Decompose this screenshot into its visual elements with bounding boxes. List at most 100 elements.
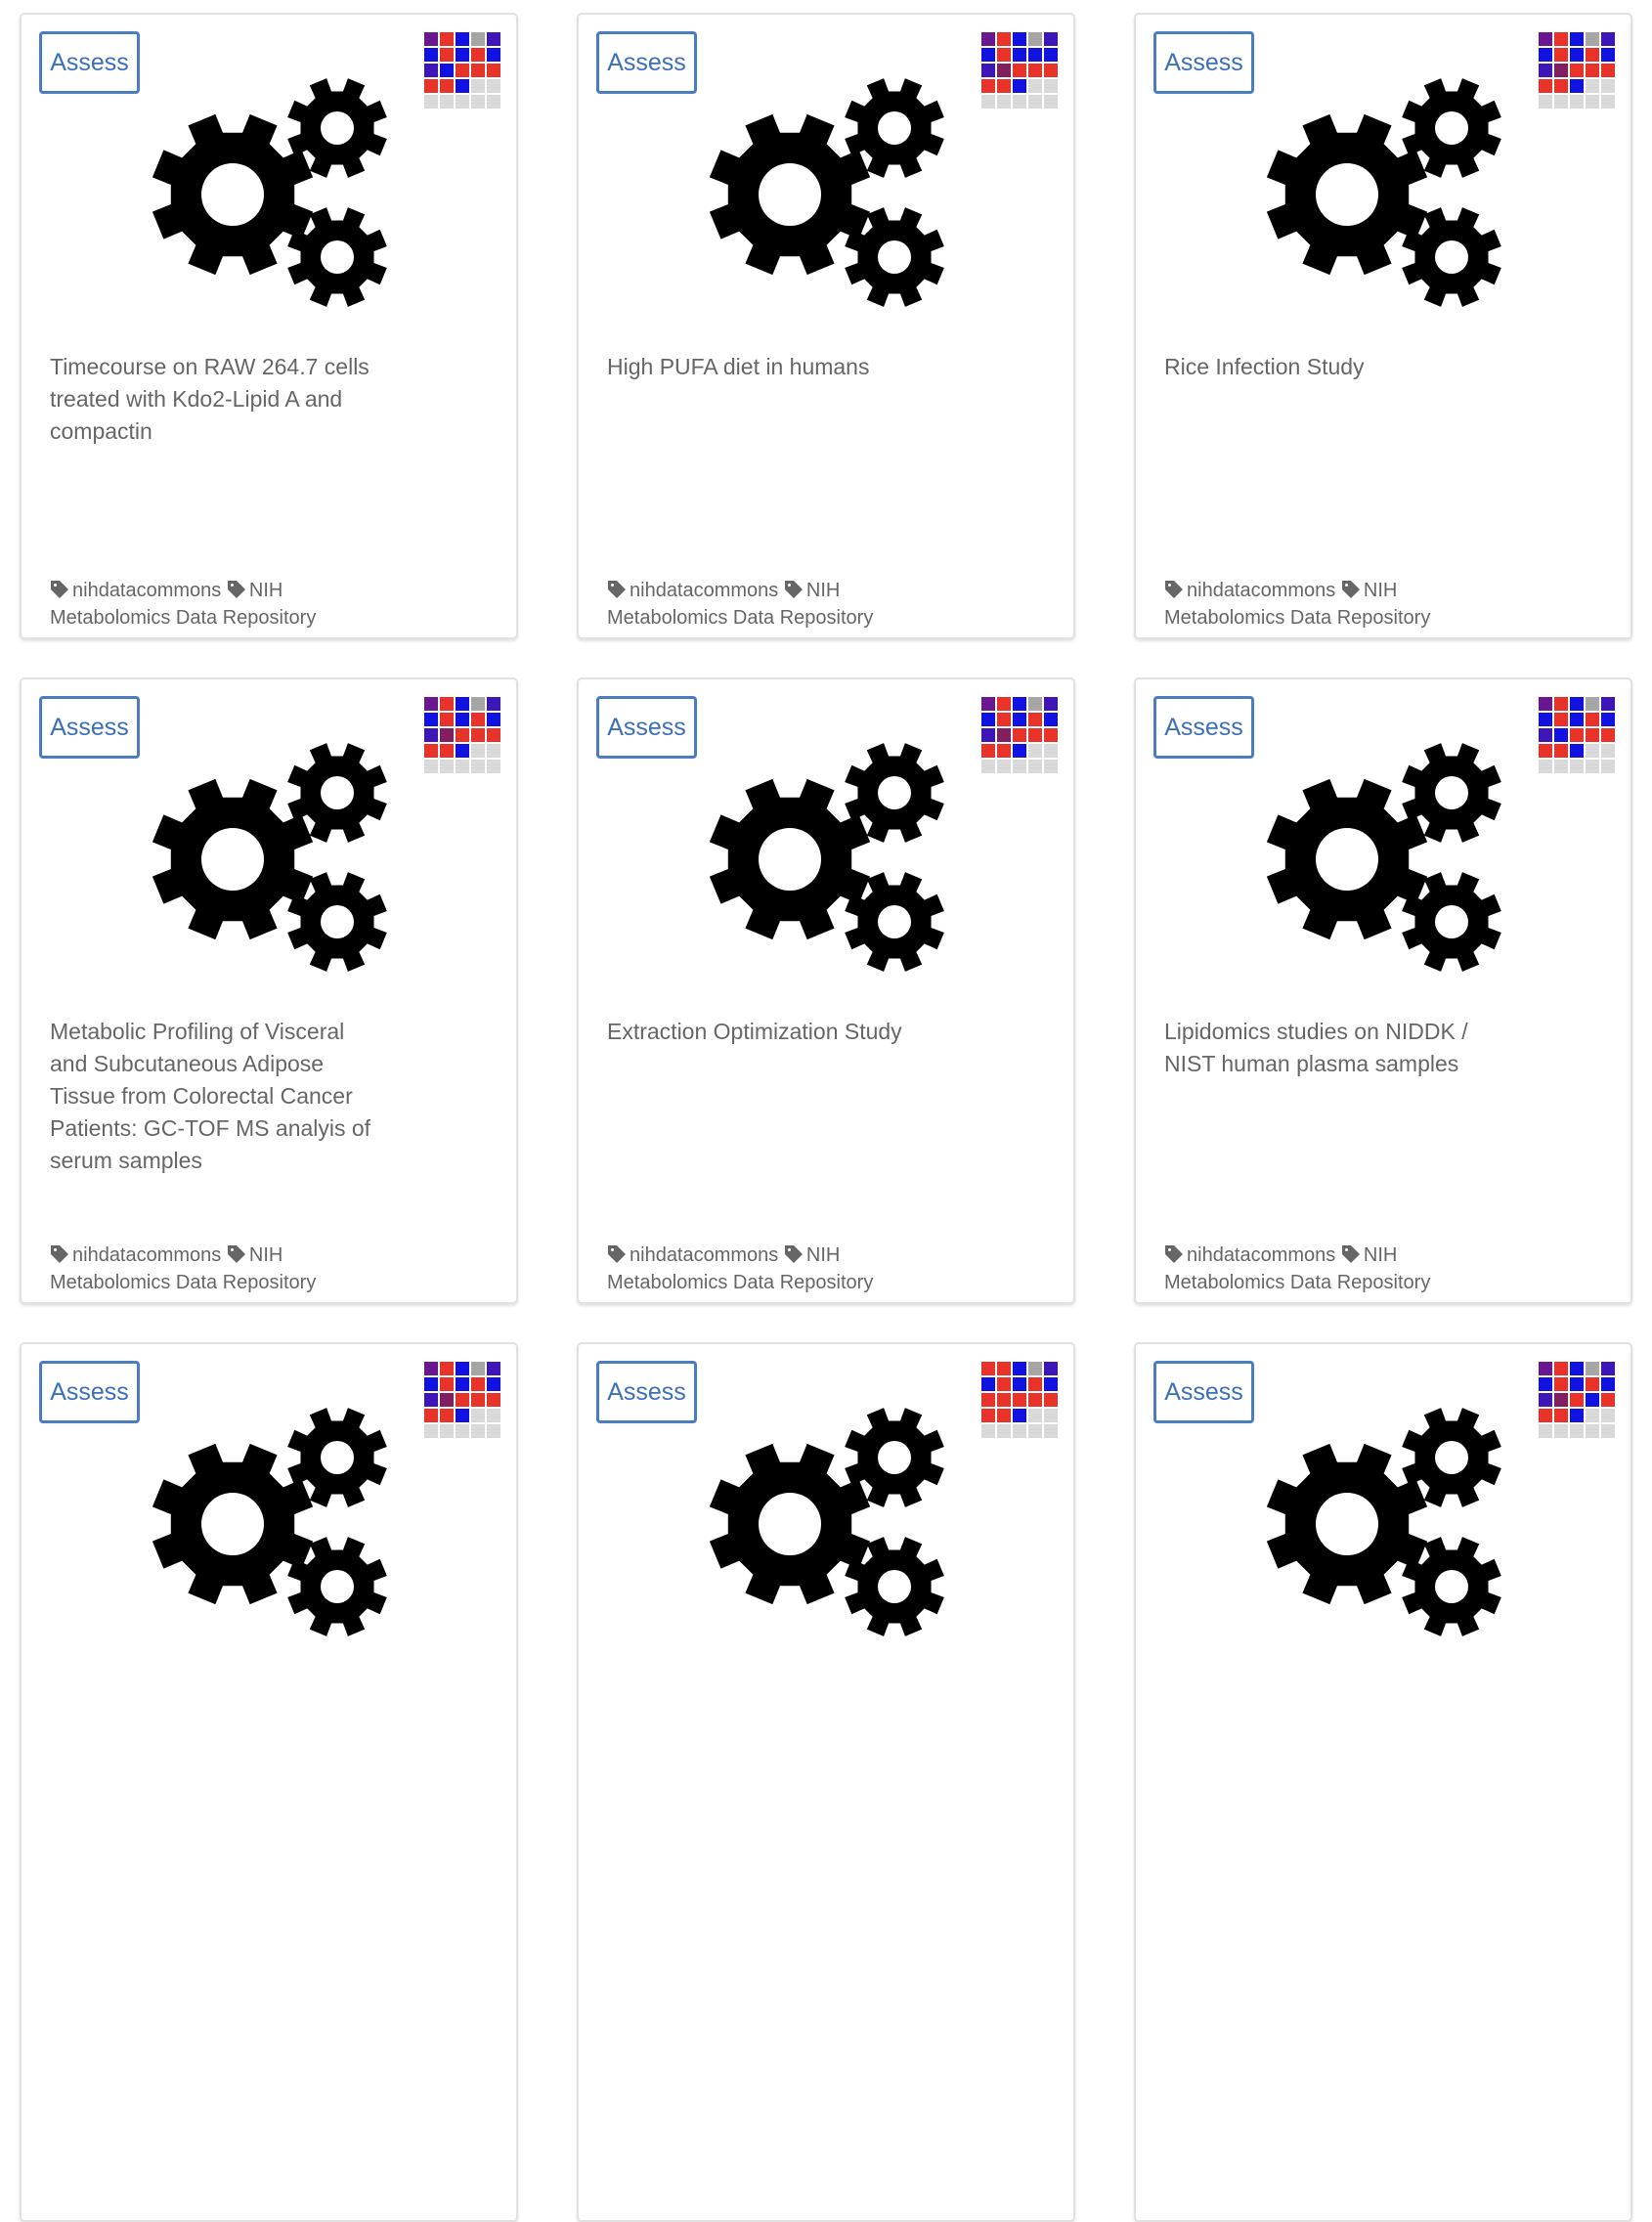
insignia-cell xyxy=(1028,1424,1042,1438)
card-tags: nihdatacommons NIH Metabolomics Data Rep… xyxy=(607,1242,930,1296)
card-title[interactable]: Lipidomics studies on NIDDK / NIST human… xyxy=(1164,1016,1497,1080)
insignia-cell xyxy=(1586,32,1599,46)
assess-button[interactable]: Assess xyxy=(39,696,140,759)
insignia-cell xyxy=(1570,1424,1584,1438)
insignia-cell xyxy=(1554,48,1568,62)
insignia-cell xyxy=(487,1393,500,1407)
insignia-cell xyxy=(997,1393,1011,1407)
insignia-cell xyxy=(997,728,1011,742)
tag-label[interactable]: nihdatacommons xyxy=(630,580,778,601)
card-title[interactable]: Timecourse on RAW 264.7 cells treated wi… xyxy=(50,351,382,448)
insignia-cell xyxy=(1601,48,1615,62)
tag-label[interactable]: nihdatacommons xyxy=(1187,1244,1335,1266)
assess-button[interactable]: Assess xyxy=(596,31,697,94)
insignia-cell xyxy=(424,48,438,62)
fairshake-insignia[interactable] xyxy=(424,32,500,109)
insignia-cell xyxy=(1028,1409,1042,1422)
insignia-cell xyxy=(1028,1362,1042,1375)
insignia-cell xyxy=(471,1377,485,1391)
tag-label[interactable]: nihdatacommons xyxy=(630,1244,778,1266)
card-title[interactable]: Rice Infection Study xyxy=(1164,351,1497,383)
insignia-cell xyxy=(1028,1377,1042,1391)
insignia-cell xyxy=(1539,1424,1552,1438)
insignia-cell xyxy=(440,744,454,758)
card-title[interactable]: High PUFA diet in humans xyxy=(607,351,939,383)
insignia-cell xyxy=(424,1362,438,1375)
insignia-cell xyxy=(1570,1393,1584,1407)
insignia-cell xyxy=(487,728,500,742)
fairshake-insignia[interactable] xyxy=(981,1362,1058,1438)
insignia-cell xyxy=(487,32,500,46)
fairshake-insignia[interactable] xyxy=(1539,697,1615,773)
tag-icon xyxy=(784,581,803,598)
insignia-cell xyxy=(424,1377,438,1391)
assess-button[interactable]: Assess xyxy=(39,1361,140,1423)
insignia-cell xyxy=(1539,697,1552,711)
insignia-cell xyxy=(1570,713,1584,726)
insignia-cell xyxy=(1028,48,1042,62)
insignia-cell xyxy=(981,1424,995,1438)
insignia-cell xyxy=(1554,32,1568,46)
insignia-cell xyxy=(487,1424,500,1438)
gears-icon xyxy=(152,78,387,307)
insignia-cell xyxy=(1601,1424,1615,1438)
insignia-cell xyxy=(456,1409,469,1422)
insignia-cell xyxy=(981,1377,995,1391)
insignia-cell xyxy=(1554,1393,1568,1407)
insignia-cell xyxy=(1028,713,1042,726)
card-title[interactable]: Metabolic Profiling of Visceral and Subc… xyxy=(50,1016,382,1177)
insignia-cell xyxy=(1586,1362,1599,1375)
insignia-cell xyxy=(424,760,438,773)
insignia-cell xyxy=(1570,728,1584,742)
fairshake-insignia[interactable] xyxy=(424,697,500,773)
assess-button[interactable]: Assess xyxy=(39,31,140,94)
insignia-cell xyxy=(456,713,469,726)
card-title[interactable]: Extraction Optimization Study xyxy=(607,1016,939,1048)
insignia-cell xyxy=(471,1362,485,1375)
insignia-cell xyxy=(981,728,995,742)
insignia-cell xyxy=(1028,760,1042,773)
insignia-cell xyxy=(1554,1377,1568,1391)
insignia-cell xyxy=(456,1362,469,1375)
insignia-cell xyxy=(1586,1377,1599,1391)
insignia-cell xyxy=(440,1362,454,1375)
insignia-cell xyxy=(487,744,500,758)
assess-button[interactable]: Assess xyxy=(596,1361,697,1423)
tag-label[interactable]: nihdatacommons xyxy=(1187,580,1335,601)
assess-button[interactable]: Assess xyxy=(596,696,697,759)
assess-button[interactable]: Assess xyxy=(1153,1361,1254,1423)
fairshake-insignia[interactable] xyxy=(981,697,1058,773)
fairshake-insignia[interactable] xyxy=(981,32,1058,109)
assess-button[interactable]: Assess xyxy=(1153,696,1254,759)
fairshake-insignia[interactable] xyxy=(424,1362,500,1438)
insignia-cell xyxy=(1044,48,1058,62)
tag-icon xyxy=(1165,1245,1183,1263)
insignia-cell xyxy=(487,64,500,77)
tag-icon xyxy=(1341,1245,1360,1263)
tag-label[interactable]: nihdatacommons xyxy=(72,1244,221,1266)
insignia-cell xyxy=(1013,728,1026,742)
insignia-cell xyxy=(1013,48,1026,62)
insignia-cell xyxy=(1539,760,1552,773)
result-card: Assess High PUFA diet in humans nihdatac… xyxy=(577,13,1075,639)
assess-button[interactable]: Assess xyxy=(1153,31,1254,94)
insignia-cell xyxy=(1539,713,1552,726)
insignia-cell xyxy=(1044,64,1058,77)
insignia-cell xyxy=(997,713,1011,726)
fairshake-insignia[interactable] xyxy=(1539,32,1615,109)
insignia-cell xyxy=(440,95,454,109)
insignia-cell xyxy=(1554,64,1568,77)
insignia-cell xyxy=(471,95,485,109)
insignia-cell xyxy=(456,64,469,77)
tag-icon xyxy=(784,1245,803,1263)
gears-icon xyxy=(709,78,944,307)
insignia-cell xyxy=(1601,64,1615,77)
result-card: Assess Rice Infection Study nihdatacommo… xyxy=(1134,13,1632,639)
insignia-cell xyxy=(1601,79,1615,93)
insignia-cell xyxy=(997,697,1011,711)
tag-label[interactable]: nihdatacommons xyxy=(72,580,221,601)
insignia-cell xyxy=(440,697,454,711)
insignia-cell xyxy=(1601,1362,1615,1375)
insignia-cell xyxy=(424,95,438,109)
fairshake-insignia[interactable] xyxy=(1539,1362,1615,1438)
